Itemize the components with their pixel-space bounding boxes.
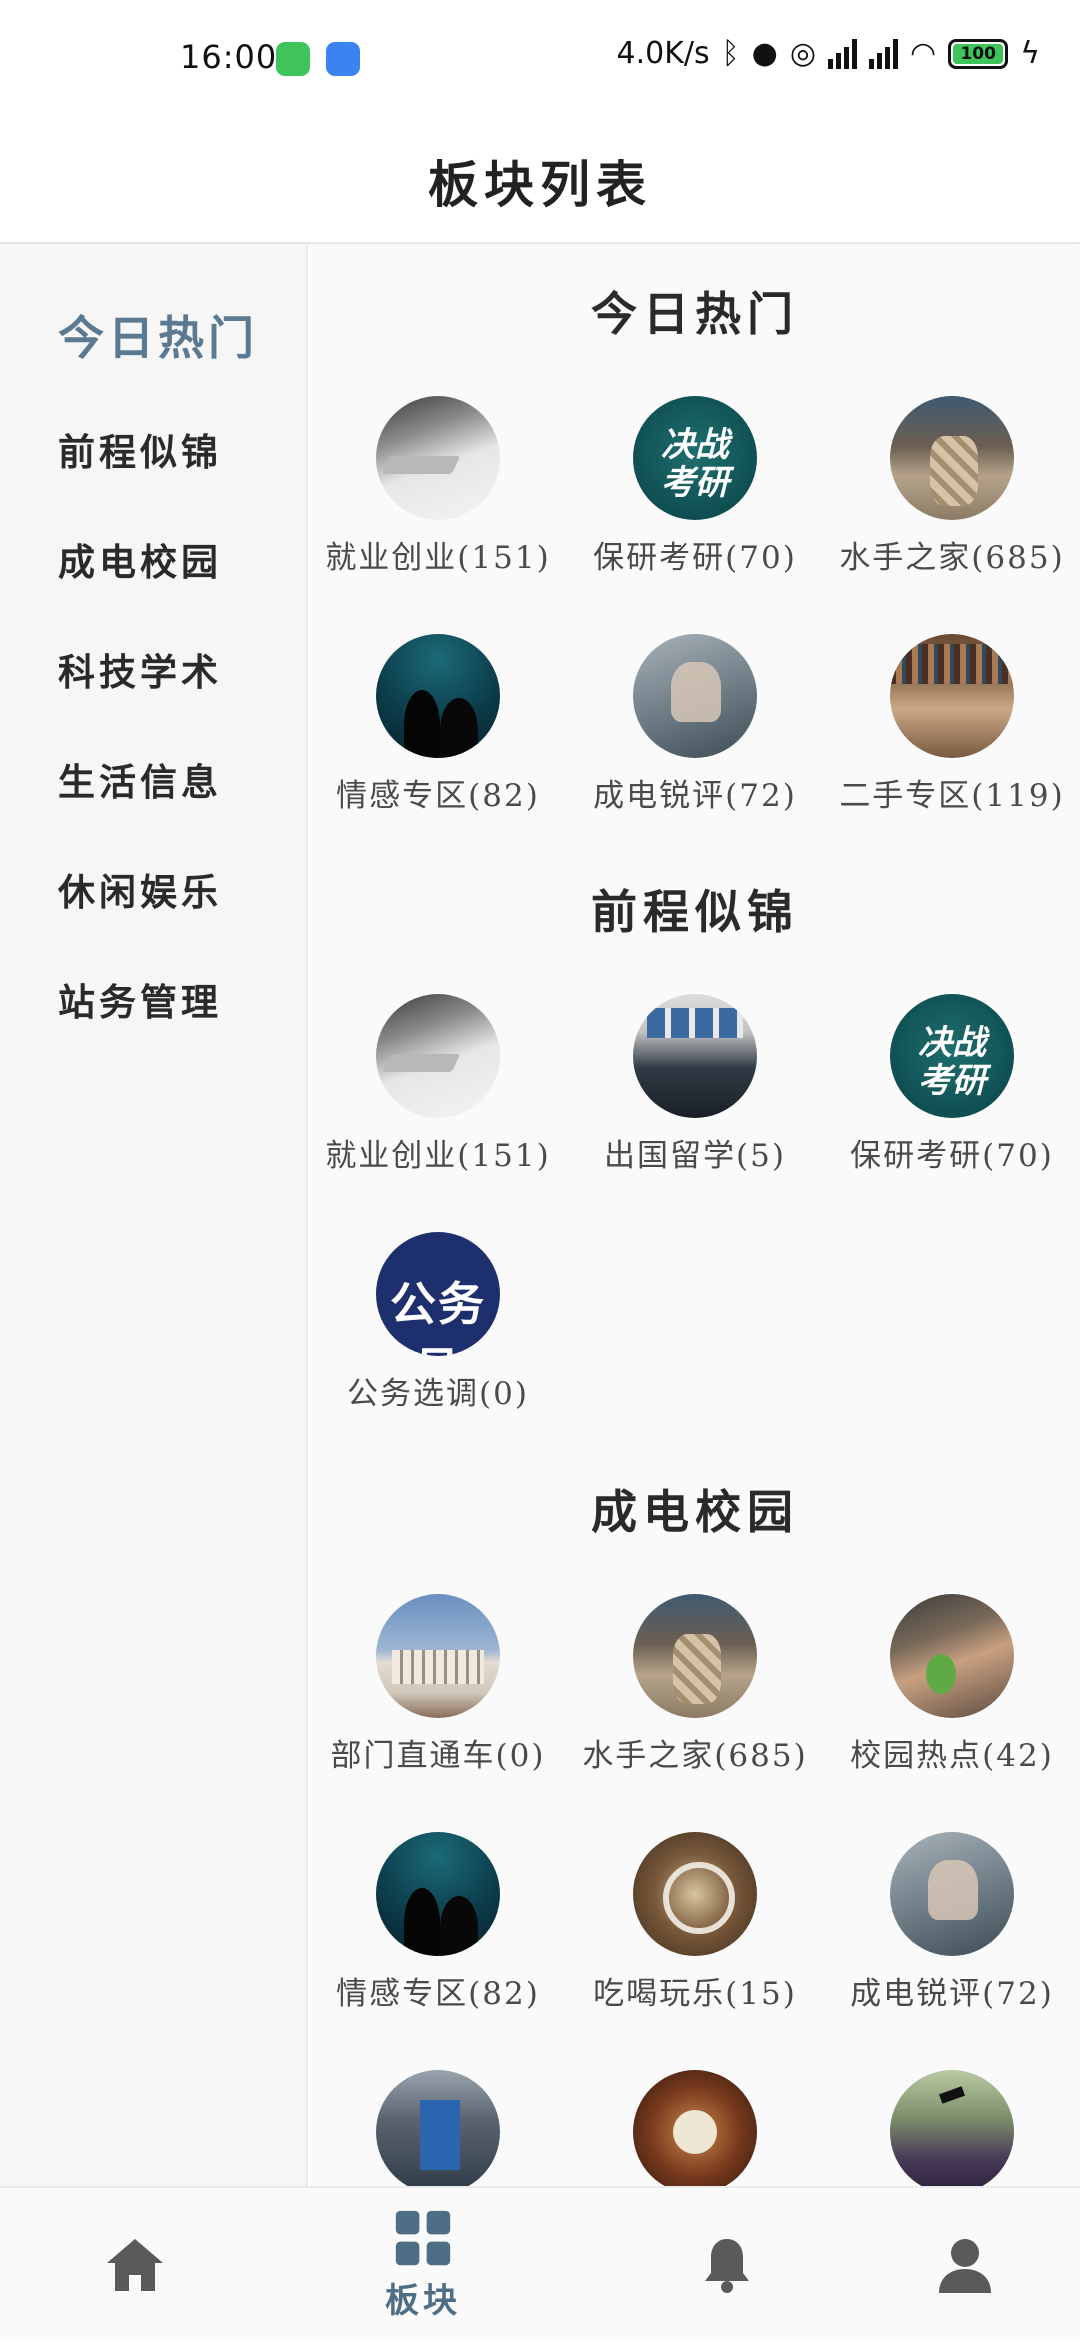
sidebar-item-tech[interactable]: 科技学术 xyxy=(58,642,222,696)
nav-home[interactable] xyxy=(0,2188,270,2342)
board-thumbnail xyxy=(376,1832,500,1956)
board-thumbnail: 公务员 xyxy=(376,1232,500,1356)
board-item[interactable]: 决战 考研 保研考研(70) xyxy=(567,396,823,577)
board-item[interactable]: 水手之家(685) xyxy=(567,1594,823,1775)
board-item[interactable]: 成电锐评(72) xyxy=(824,1832,1080,2013)
board-label: 校园热点(42) xyxy=(850,1738,1054,1774)
board-thumbnail xyxy=(633,1832,757,1956)
board-thumbnail xyxy=(633,634,757,758)
board-label: 二手专区(119) xyxy=(839,778,1065,814)
board-label: 就业创业(151) xyxy=(325,540,551,576)
board-label: 部门直通车(0) xyxy=(330,1738,546,1774)
board-thumbnail xyxy=(890,634,1014,758)
section-title: 成电校园 xyxy=(591,1485,799,1539)
bottom-nav: 板块 xyxy=(0,2186,1080,2340)
board-thumbnail xyxy=(633,994,757,1118)
board-thumbnail xyxy=(890,396,1014,520)
nav-boards[interactable]: 板块 xyxy=(288,2188,558,2342)
alarm-icon: ◎ xyxy=(789,36,817,71)
board-item[interactable]: 就业创业(151) xyxy=(310,994,566,1175)
board-thumbnail xyxy=(890,1832,1014,1956)
board-thumbnail: 决战 考研 xyxy=(633,396,757,520)
sidebar-item-today-hot[interactable]: 今日热门 xyxy=(58,302,258,368)
sidebar-item-career[interactable]: 前程似锦 xyxy=(58,422,222,476)
nav-notifications[interactable] xyxy=(592,2188,862,2342)
board-label: 成电锐评(72) xyxy=(593,778,797,814)
board-thumbnail xyxy=(376,994,500,1118)
board-label: 情感专区(82) xyxy=(336,1976,540,2012)
board-item[interactable]: 水手之家(685) xyxy=(824,396,1080,577)
section-title: 前程似锦 xyxy=(591,885,799,939)
board-thumbnail xyxy=(376,634,500,758)
status-bar: 16:00 4.0K/s ᛒ ● ◎ ◠ 100 ϟ xyxy=(0,0,1080,120)
signal-icon xyxy=(828,38,858,69)
charging-icon: ϟ xyxy=(1020,36,1040,71)
board-thumbnail: 决战 考研 xyxy=(890,994,1014,1118)
board-thumbnail xyxy=(633,2070,757,2186)
board-label: 水手之家(685) xyxy=(582,1738,808,1774)
user-icon xyxy=(939,2239,991,2293)
page-title: 板块列表 xyxy=(428,155,652,214)
board-item[interactable]: 校园热点(42) xyxy=(824,1594,1080,1775)
signal-icon xyxy=(869,38,899,69)
net-speed: 4.0K/s xyxy=(616,36,710,71)
battery-level: 100 xyxy=(960,43,996,64)
board-thumbnail xyxy=(376,1594,500,1718)
board-item[interactable]: 情感专区(82) xyxy=(310,1832,566,2013)
sidebar-item-life[interactable]: 生活信息 xyxy=(58,752,222,806)
board-label: 保研考研(70) xyxy=(593,540,797,576)
bell-icon xyxy=(705,2239,749,2293)
board-item[interactable]: 吃喝玩乐(15) xyxy=(567,1832,823,2013)
board-thumbnail xyxy=(376,396,500,520)
board-thumbnail xyxy=(376,2070,500,2186)
home-icon xyxy=(107,2239,163,2291)
board-item[interactable]: 就业创业(151) xyxy=(310,396,566,577)
board-thumbnail xyxy=(633,1594,757,1718)
grid-icon xyxy=(395,2210,451,2265)
wifi-icon: ◠ xyxy=(910,36,937,71)
board-item[interactable]: 成电锐评(72) xyxy=(567,634,823,815)
sidebar-item-leisure[interactable]: 休闲娱乐 xyxy=(58,862,222,916)
thumbnail-text: 决战 考研 xyxy=(661,425,729,503)
board-item[interactable]: 部门直通车(0) xyxy=(310,1594,566,1775)
board-item[interactable]: 出国留学(5) xyxy=(567,994,823,1175)
wechat-icon xyxy=(276,42,310,76)
board-thumbnail xyxy=(890,1594,1014,1718)
qq-icon: ● xyxy=(751,36,778,71)
board-item[interactable] xyxy=(310,2070,566,2186)
app-header: 板块列表 xyxy=(0,120,1080,244)
board-label: 水手之家(685) xyxy=(839,540,1065,576)
board-list: 今日热门 就业创业(151) 决战 考研 保研考研(70) 水手之家(685) … xyxy=(310,246,1080,2186)
board-item[interactable]: 情感专区(82) xyxy=(310,634,566,815)
board-label: 就业创业(151) xyxy=(325,1138,551,1174)
category-sidebar: 今日热门 前程似锦 成电校园 科技学术 生活信息 休闲娱乐 站务管理 xyxy=(0,246,308,2186)
section-title: 今日热门 xyxy=(591,287,799,341)
board-item[interactable]: 决战 考研 保研考研(70) xyxy=(824,994,1080,1175)
board-label: 出国留学(5) xyxy=(604,1138,786,1174)
board-label: 公务选调(0) xyxy=(347,1376,529,1412)
android-icon xyxy=(326,42,360,76)
status-time: 16:00 xyxy=(180,38,278,76)
board-thumbnail xyxy=(890,2070,1014,2186)
thumbnail-text: 决战 考研 xyxy=(918,1023,986,1101)
board-label: 情感专区(82) xyxy=(336,778,540,814)
bluetooth-icon: ᛒ xyxy=(721,36,740,71)
board-label: 保研考研(70) xyxy=(850,1138,1054,1174)
sidebar-item-campus[interactable]: 成电校园 xyxy=(58,532,222,586)
board-label: 成电锐评(72) xyxy=(850,1976,1054,2012)
board-label: 吃喝玩乐(15) xyxy=(593,1976,797,2012)
board-item[interactable]: 公务员 公务选调(0) xyxy=(310,1232,566,1413)
nav-boards-label: 板块 xyxy=(385,2280,461,2321)
battery-icon: 100 xyxy=(948,38,1009,69)
board-item[interactable] xyxy=(824,2070,1080,2186)
status-indicators: 4.0K/s ᛒ ● ◎ ◠ 100 ϟ xyxy=(617,36,1040,71)
sidebar-item-admin[interactable]: 站务管理 xyxy=(58,972,222,1026)
board-item[interactable]: 二手专区(119) xyxy=(824,634,1080,815)
thumbnail-text: 公务员 xyxy=(390,1277,486,1356)
board-item[interactable] xyxy=(567,2070,823,2186)
nav-profile[interactable] xyxy=(830,2188,1080,2342)
